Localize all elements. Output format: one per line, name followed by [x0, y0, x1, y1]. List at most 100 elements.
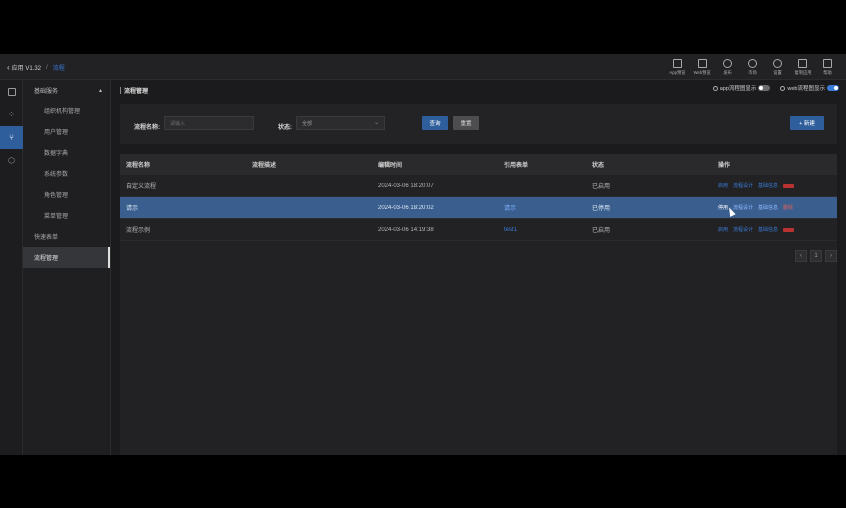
page-title: 流程管理 — [120, 86, 148, 95]
app-preview-button[interactable]: App预览 — [665, 56, 690, 78]
toggle-group: app流程图显示 web流程图显示 — [712, 84, 839, 92]
flow-icon: ⑂ — [9, 133, 14, 142]
cube-icon: ⬡ — [8, 156, 15, 165]
breadcrumb[interactable]: ‹ 应用 V1.32 / 流程 — [7, 63, 65, 72]
breadcrumb-separator: / — [46, 64, 48, 71]
sidebar-item-menus[interactable]: 菜单管理 — [23, 205, 110, 226]
app-version-label[interactable]: 应用 V1.32 — [12, 63, 41, 72]
flow-design-action[interactable]: 流程设计 — [733, 226, 753, 233]
chevron-left-icon[interactable]: ‹ — [7, 63, 10, 71]
market-icon — [748, 58, 757, 68]
table-header: 流程名称 流程描述 编辑时间 引用表单 状态 操作 — [120, 154, 837, 175]
col-header-time: 编辑时间 — [378, 163, 403, 169]
status-select[interactable]: 全部 ⌄ — [296, 116, 385, 130]
status-select-value: 全部 — [302, 120, 313, 127]
row-actions: 启用 流程设计 基础信息 删除 — [712, 182, 837, 189]
sidebar-group-label: 基础服务 — [34, 88, 59, 95]
icon-rail: ⁘ ⑂ ⬡ — [0, 80, 23, 455]
col-header-form: 引用表单 — [504, 163, 529, 169]
cell-status: 已启用 — [592, 184, 611, 190]
cell-status: 已停用 — [592, 206, 611, 212]
help-button[interactable]: 帮助 — [815, 56, 840, 78]
top-bar: ‹ 应用 V1.32 / 流程 App预览 Web预览 发布 市场 设置 复制应… — [0, 54, 846, 80]
layout-icon — [7, 87, 16, 96]
sidebar-item-sysparams[interactable]: 系统参数 — [23, 163, 110, 184]
cell-form-link[interactable]: 请示 — [498, 203, 586, 212]
copy-app-button[interactable]: 复制应用 — [790, 56, 815, 78]
rail-item-flow[interactable]: ⑂ — [0, 126, 23, 149]
status-label: 状态: — [278, 125, 292, 131]
reset-button[interactable]: 重置 — [453, 116, 479, 130]
enable-action[interactable]: 启用 — [718, 182, 728, 189]
cell-name: 自定义流程 — [126, 184, 157, 190]
help-icon — [823, 58, 832, 68]
delete-action[interactable]: 删除 — [783, 204, 793, 211]
page-number[interactable]: 1 — [810, 250, 822, 262]
basic-info-action[interactable]: 基础信息 — [758, 204, 778, 211]
title-bar — [120, 87, 121, 94]
pagination: ‹ 1 › — [795, 250, 837, 262]
web-flow-toggle[interactable]: web流程图显示 — [780, 84, 839, 92]
basic-info-action[interactable]: 基础信息 — [758, 226, 778, 233]
delete-action[interactable]: 删除 — [783, 227, 795, 232]
app-window: ‹ 应用 V1.32 / 流程 App预览 Web预览 发布 市场 设置 复制应… — [0, 54, 846, 455]
help-circle-icon — [712, 85, 718, 91]
new-flow-button[interactable]: + 新建 — [790, 116, 824, 130]
enable-action[interactable]: 启用 — [718, 226, 728, 233]
app-flow-toggle[interactable]: app流程图显示 — [712, 84, 771, 92]
sidebar-item-org[interactable]: 组织机构管理 — [23, 100, 110, 121]
next-page-button[interactable]: › — [825, 250, 837, 262]
flow-name-input[interactable]: 请输入 — [164, 116, 254, 130]
filter-panel: 流程名称: 请输入 状态: 全部 ⌄ 查询 重置 + 新建 — [120, 104, 837, 144]
main-content: 流程管理 app流程图显示 web流程图显示 流程名称: 请输入 状态: 全部 … — [112, 80, 846, 455]
web-toggle-label: web流程图显示 — [787, 86, 825, 92]
flow-design-action[interactable]: 流程设计 — [733, 204, 753, 211]
sidebar-group-basic-services[interactable]: 基础服务 ▴ — [23, 80, 110, 100]
rail-item-components[interactable]: ⁘ — [0, 103, 23, 126]
flow-name-placeholder: 请输入 — [170, 120, 186, 127]
app-toggle-label: app流程图显示 — [719, 86, 757, 92]
col-header-name: 流程名称 — [126, 163, 151, 169]
sidebar-item-flow-management[interactable]: 流程管理 — [23, 247, 110, 268]
web-icon — [698, 58, 707, 68]
col-header-status: 状态 — [592, 163, 605, 169]
col-header-desc: 流程描述 — [252, 163, 277, 169]
app-icon — [673, 58, 682, 68]
row-actions: 启用 流程设计 基础信息 删除 — [712, 226, 837, 233]
page-title-text: 流程管理 — [124, 89, 149, 95]
delete-action[interactable]: 删除 — [783, 183, 795, 188]
settings-button[interactable]: 设置 — [765, 56, 790, 78]
table-row[interactable]: 自定义流程 2024-03-06 18:20:07 已启用 启用 流程设计 基础… — [120, 175, 837, 197]
chevron-down-icon: ⌄ — [373, 120, 379, 126]
publish-button[interactable]: 发布 — [715, 56, 740, 78]
col-header-actions: 操作 — [718, 163, 731, 169]
cell-name: 请示 — [126, 206, 139, 212]
breadcrumb-current[interactable]: 流程 — [53, 63, 65, 72]
prev-page-button[interactable]: ‹ — [795, 250, 807, 262]
cell-time: 2024-03-06 18:20:07 — [378, 182, 434, 189]
cell-form-link[interactable]: test1 — [498, 227, 586, 233]
sidebar-item-users[interactable]: 用户管理 — [23, 121, 110, 142]
web-preview-button[interactable]: Web预览 — [690, 56, 715, 78]
rail-item-layout[interactable] — [0, 80, 23, 103]
cell-time: 2024-03-06 18:20:02 — [378, 204, 434, 211]
sidebar-item-dictionary[interactable]: 数据字典 — [23, 142, 110, 163]
components-icon: ⁘ — [8, 110, 15, 119]
flow-design-action[interactable]: 流程设计 — [733, 182, 753, 189]
flow-table: 流程名称 流程描述 编辑时间 引用表单 状态 操作 自定义流程 2024-03-… — [120, 154, 837, 455]
basic-info-action[interactable]: 基础信息 — [758, 182, 778, 189]
web-flow-switch[interactable] — [827, 85, 839, 91]
sidebar-item-quick-form[interactable]: 快速表单 — [23, 226, 110, 247]
rail-item-cube[interactable]: ⬡ — [0, 149, 23, 172]
table-row[interactable]: 流程示例 2024-03-06 14:19:38 test1 已启用 启用 流程… — [120, 219, 837, 241]
flow-name-label: 流程名称: — [134, 125, 160, 131]
sidebar-item-roles[interactable]: 角色管理 — [23, 184, 110, 205]
settings-icon — [773, 58, 782, 68]
toolbar: App预览 Web预览 发布 市场 设置 复制应用 帮助 — [665, 56, 840, 78]
chevron-up-icon: ▴ — [98, 87, 102, 94]
cell-name: 流程示例 — [126, 228, 151, 234]
query-button[interactable]: 查询 — [422, 116, 448, 130]
app-flow-switch[interactable] — [758, 85, 771, 91]
market-button[interactable]: 市场 — [740, 56, 765, 78]
sidebar: 基础服务 ▴ 组织机构管理 用户管理 数据字典 系统参数 角色管理 菜单管理 快… — [23, 80, 111, 455]
